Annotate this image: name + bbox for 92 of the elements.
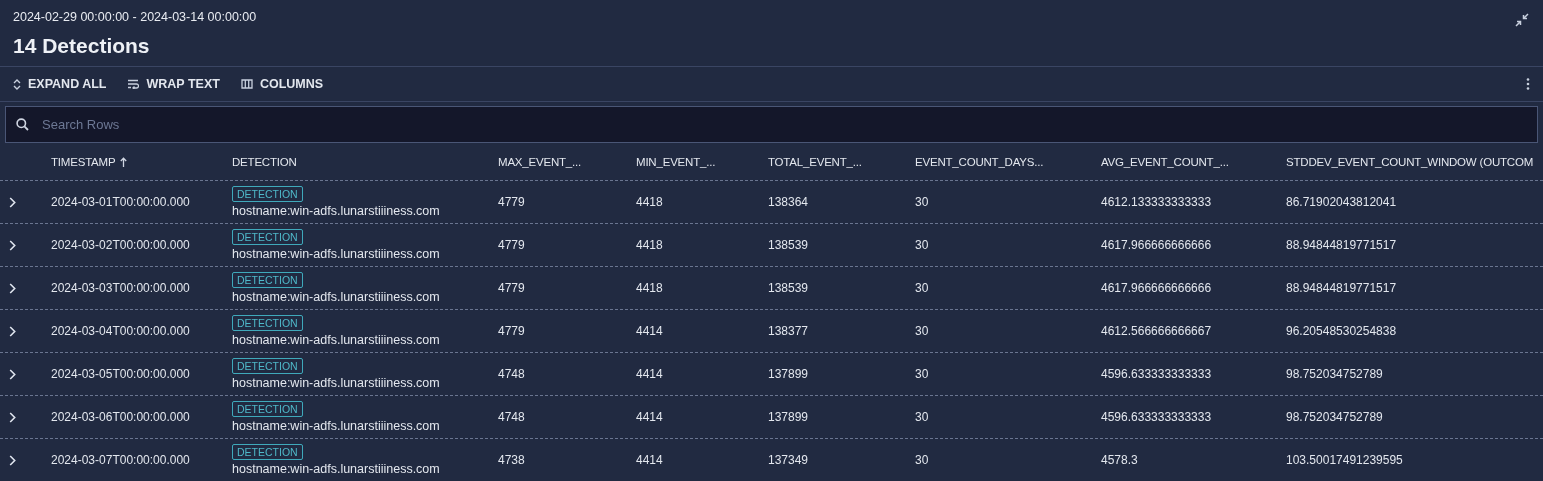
detection-tag: DETECTION bbox=[232, 229, 303, 245]
detection-tag: DETECTION bbox=[232, 186, 303, 202]
toolbar-button[interactable]: COLUMNS bbox=[240, 77, 324, 91]
table-cell-text: 138539 bbox=[768, 281, 810, 295]
chevron-icon[interactable] bbox=[9, 282, 16, 294]
table-cell-text: 4617.966666666666 bbox=[1101, 238, 1213, 252]
search-input[interactable]: Search Rows bbox=[40, 116, 1527, 133]
table-cell-text: 96.20548530254838 bbox=[1286, 324, 1398, 338]
table-cell: hostname:win-adfs.lunarstiiiness.com bbox=[232, 204, 440, 218]
table-cell-text: 4612.566666666667 bbox=[1101, 324, 1213, 338]
table-cell-text: 103.50017491239595 bbox=[1286, 453, 1404, 467]
table-cell-text: 2024-03-04T00:00:00.000 bbox=[51, 324, 191, 338]
table-cell-text: 138364 bbox=[768, 195, 810, 209]
table-cell-text: 4596.633333333333 bbox=[1101, 367, 1213, 381]
table-cell-text: 4748 bbox=[498, 367, 526, 381]
table-cell-text: 4418 bbox=[636, 238, 664, 252]
column-header[interactable]: TOTAL_EVENT_... bbox=[768, 155, 862, 168]
table-cell: hostname:win-adfs.lunarstiiiness.com bbox=[232, 290, 440, 304]
table-cell-text: 30 bbox=[915, 281, 930, 295]
panel-title: 14 Detections bbox=[13, 35, 151, 57]
detection-tag: DETECTION bbox=[232, 444, 303, 460]
table-cell-text: 4418 bbox=[636, 195, 664, 209]
column-header[interactable]: MIN_EVENT_... bbox=[636, 155, 716, 168]
table-cell-text: 4779 bbox=[498, 281, 526, 295]
table-cell-text: 86.71902043812041 bbox=[1286, 195, 1398, 209]
table-cell-text: 98.752034752789 bbox=[1286, 410, 1384, 424]
table-cell-text: 4779 bbox=[498, 324, 526, 338]
table-cell-text: 98.752034752789 bbox=[1286, 367, 1384, 381]
table-cell-text: 4748 bbox=[498, 410, 526, 424]
wrap-text-icon bbox=[127, 79, 140, 89]
table-cell-text: 30 bbox=[915, 410, 930, 424]
chevron-icon[interactable] bbox=[9, 454, 16, 466]
date-range: 2024-02-29 00:00:00 - 2024-03-14 00:00:00 bbox=[13, 9, 257, 25]
table-cell-text: 2024-03-05T00:00:00.000 bbox=[51, 367, 191, 381]
table-cell-text: 4779 bbox=[498, 238, 526, 252]
table-cell-text: 4414 bbox=[636, 324, 664, 338]
search-field[interactable]: Search Rows bbox=[5, 106, 1538, 143]
table-cell-text: 4779 bbox=[498, 195, 526, 209]
table-cell: hostname:win-adfs.lunarstiiiness.com bbox=[232, 247, 440, 261]
more-options-icon[interactable] bbox=[1526, 78, 1530, 90]
sort-arrow-icon bbox=[120, 156, 128, 167]
table-cell-text: 137899 bbox=[768, 410, 810, 424]
table-cell-text: 137349 bbox=[768, 453, 810, 467]
table-cell-text: 30 bbox=[915, 195, 930, 209]
table-cell-text: 2024-03-07T00:00:00.000 bbox=[51, 453, 191, 467]
table-cell-text: 2024-03-02T00:00:00.000 bbox=[51, 238, 191, 252]
chevron-icon[interactable] bbox=[9, 325, 16, 337]
column-header[interactable]: TIMESTAMP bbox=[51, 155, 116, 168]
table-cell-text: 30 bbox=[915, 324, 930, 338]
column-header[interactable]: MAX_EVENT_... bbox=[498, 155, 582, 168]
table-cell-text: 88.94844819771517 bbox=[1286, 238, 1398, 252]
chevron-icon[interactable] bbox=[9, 411, 16, 423]
table-cell-text: 4596.633333333333 bbox=[1101, 410, 1213, 424]
table-cell-text: 4418 bbox=[636, 281, 664, 295]
table-cell-text: 4414 bbox=[636, 453, 664, 467]
table-cell-text: 30 bbox=[915, 238, 930, 252]
table-cell-text: 4738 bbox=[498, 453, 526, 467]
chevron-icon[interactable] bbox=[9, 196, 16, 208]
detection-tag: DETECTION bbox=[232, 358, 303, 374]
table-cell-text: 4612.133333333333 bbox=[1101, 195, 1213, 209]
detection-tag: DETECTION bbox=[232, 401, 303, 417]
columns-icon bbox=[240, 79, 253, 89]
table-cell: hostname:win-adfs.lunarstiiiness.com bbox=[232, 462, 440, 476]
column-header[interactable]: EVENT_COUNT_DAYS... bbox=[915, 155, 1044, 168]
table-cell-text: 4414 bbox=[636, 410, 664, 424]
column-header[interactable]: AVG_EVENT_COUNT_... bbox=[1101, 155, 1229, 168]
detection-tag: DETECTION bbox=[232, 272, 303, 288]
column-header[interactable]: DETECTION bbox=[232, 155, 297, 168]
table-cell-text: 138377 bbox=[768, 324, 810, 338]
chevron-icon[interactable] bbox=[9, 368, 16, 380]
table-cell-text: 30 bbox=[915, 367, 930, 381]
toolbar-button[interactable]: EXPAND ALL bbox=[13, 77, 107, 91]
table-cell-text: 2024-03-03T00:00:00.000 bbox=[51, 281, 191, 295]
detection-tag: DETECTION bbox=[232, 315, 303, 331]
table-cell-text: 138539 bbox=[768, 238, 810, 252]
toolbar-button[interactable]: WRAP TEXT bbox=[127, 77, 220, 91]
collapse-icon[interactable] bbox=[1515, 13, 1529, 27]
table-cell-text: 4578.3 bbox=[1101, 453, 1139, 467]
search-icon bbox=[16, 118, 29, 131]
table-cell-text: 4617.966666666666 bbox=[1101, 281, 1213, 295]
table-cell-text: 88.94844819771517 bbox=[1286, 281, 1398, 295]
table-cell-text: 137899 bbox=[768, 367, 810, 381]
expand-icon bbox=[13, 78, 21, 90]
table-cell-text: 30 bbox=[915, 453, 930, 467]
table-cell: hostname:win-adfs.lunarstiiiness.com bbox=[232, 419, 440, 433]
table-cell-text: 2024-03-01T00:00:00.000 bbox=[51, 195, 191, 209]
table-cell-text: 4414 bbox=[636, 367, 664, 381]
table-cell: hostname:win-adfs.lunarstiiiness.com bbox=[232, 376, 440, 390]
table-cell-text: 2024-03-06T00:00:00.000 bbox=[51, 410, 191, 424]
column-header[interactable]: STDDEV_EVENT_COUNT_WINDOW (OUTCOM bbox=[1286, 155, 1534, 168]
table-cell: hostname:win-adfs.lunarstiiiness.com bbox=[232, 333, 440, 347]
chevron-icon[interactable] bbox=[9, 239, 16, 251]
